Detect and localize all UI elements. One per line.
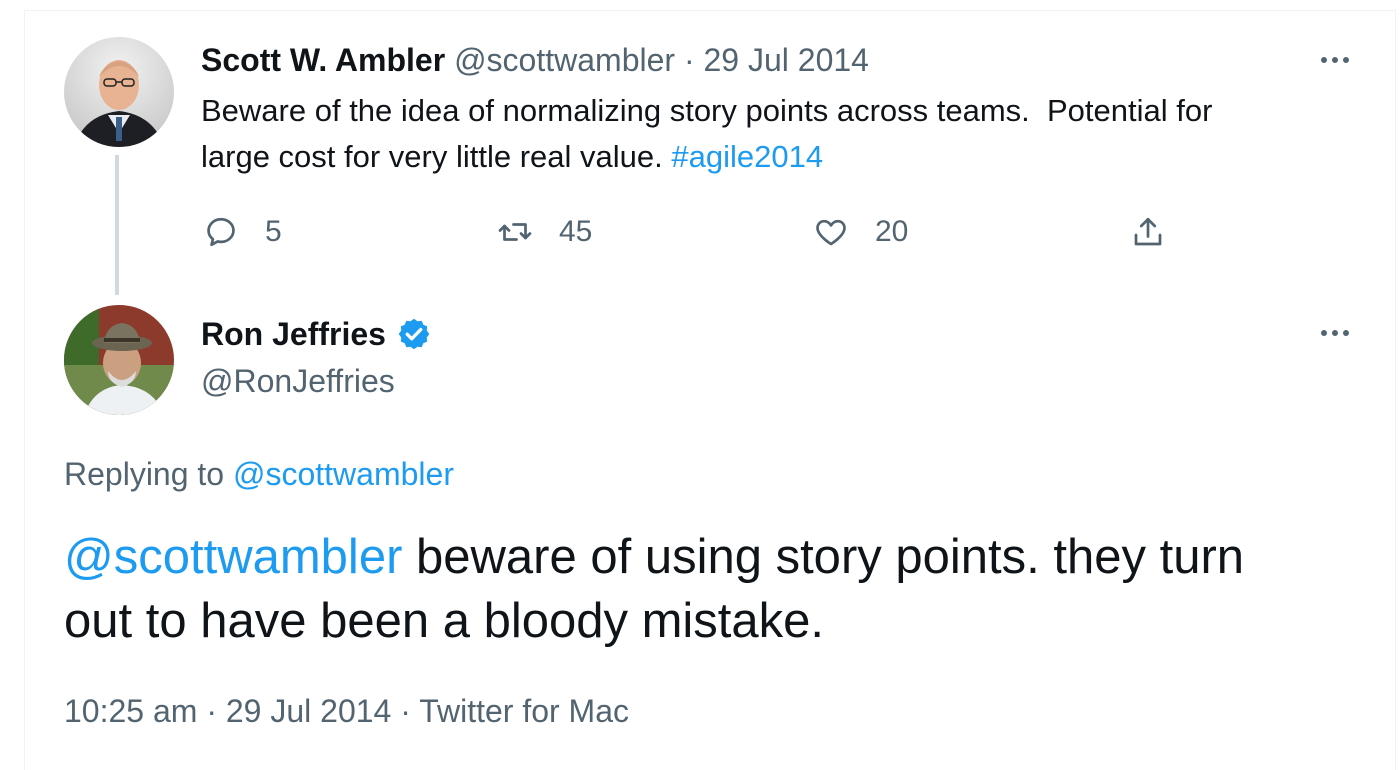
replying-to-handle[interactable]: @scottwambler [233, 456, 454, 492]
main-tweet-text: @scottwambler beware of using story poin… [64, 525, 1374, 653]
tweet-date[interactable]: 29 Jul 2014 [226, 693, 391, 729]
tweet-text-line: @scottwambler beware of using story poin… [64, 525, 1374, 589]
separator-dot: · [400, 693, 411, 729]
like-count: 20 [875, 215, 909, 248]
replying-to-label: Replying to [64, 456, 225, 492]
separator-dot: · [683, 42, 695, 78]
author-name[interactable]: Ron Jeffries [201, 313, 386, 355]
like-icon [816, 219, 846, 246]
thread-connector-line [115, 155, 119, 295]
tweet-text-segment: large cost for very little real value. [201, 139, 663, 174]
separator-dot: · [206, 693, 217, 729]
more-options-button[interactable] [1315, 45, 1355, 75]
parent-tweet-text: Beware of the idea of normalizing story … [201, 88, 1361, 180]
mention-link[interactable]: @scottwambler [64, 530, 402, 584]
tweet-time[interactable]: 10:25 am [64, 693, 197, 729]
tweet-text-line: Beware of the idea of normalizing story … [201, 93, 1213, 128]
tweet-text-segment: beware of using story points. they turn [416, 530, 1245, 584]
share-button[interactable] [1130, 210, 1166, 254]
replying-to-line: Replying to @scottwambler [64, 453, 454, 495]
reply-button[interactable]: 5 [203, 210, 282, 254]
like-button[interactable]: 20 [813, 210, 908, 254]
retweet-icon [498, 223, 532, 241]
main-tweet-author: Ron Jeffries [201, 313, 432, 355]
parent-tweet-header: Scott W. Ambler @scottwambler · 29 Jul 2… [201, 40, 869, 80]
more-icon-dot [1332, 57, 1338, 63]
avatar-scott-ambler[interactable] [64, 37, 174, 147]
avatar-ron-jeffries[interactable] [64, 305, 174, 415]
hashtag-link[interactable]: #agile2014 [671, 139, 823, 174]
tweet-client[interactable]: Twitter for Mac [419, 693, 629, 729]
more-icon-dot [1343, 57, 1349, 63]
author-handle[interactable]: @RonJeffries [201, 360, 395, 402]
tweet-text-line: large cost for very little real value. #… [201, 134, 1361, 180]
more-icon-dot [1343, 330, 1349, 336]
tweet-date[interactable]: 29 Jul 2014 [703, 42, 868, 78]
more-options-button[interactable] [1315, 318, 1355, 348]
retweet-button[interactable]: 45 [497, 210, 592, 254]
tweet-metadata: 10:25 am · 29 Jul 2014 · Twitter for Mac [64, 690, 629, 732]
reply-icon [207, 217, 235, 247]
retweet-count: 45 [559, 215, 593, 248]
verified-badge-icon [398, 318, 430, 350]
reply-count: 5 [265, 215, 282, 248]
author-name[interactable]: Scott W. Ambler [201, 42, 445, 78]
more-icon-dot [1332, 330, 1338, 336]
tweet-text-line: out to have been a bloody mistake. [64, 594, 825, 648]
more-icon-dot [1321, 330, 1327, 336]
more-icon-dot [1321, 57, 1327, 63]
avatar-image [64, 37, 174, 147]
avatar-image [64, 305, 174, 415]
share-icon [1134, 217, 1162, 246]
author-handle[interactable]: @scottwambler [454, 42, 675, 78]
